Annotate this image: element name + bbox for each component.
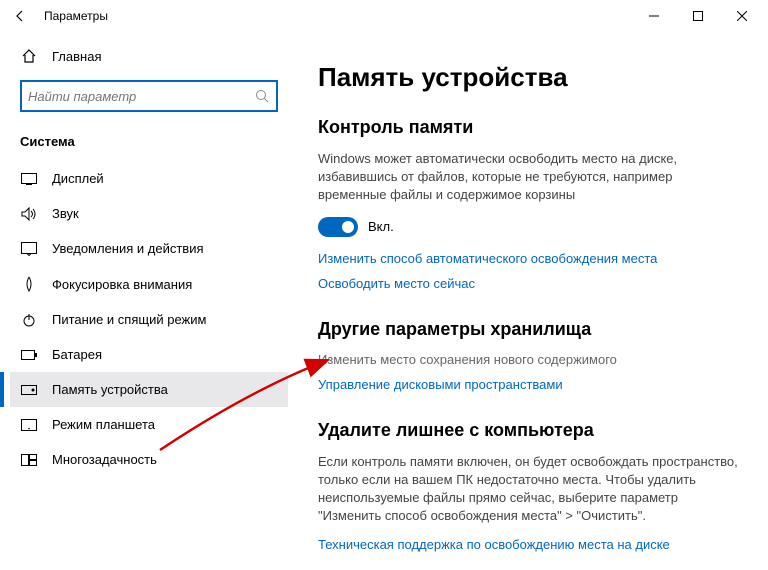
power-icon (20, 313, 38, 327)
window-title: Параметры (44, 9, 108, 23)
maximize-button[interactable] (676, 0, 720, 32)
storage-sense-toggle-row: Вкл. (318, 217, 748, 237)
notifications-icon (20, 242, 38, 256)
link-change-auto-free[interactable]: Изменить способ автоматического освобожд… (318, 251, 748, 266)
section-cleanup: Удалите лишнее с компьютера Если контрол… (318, 420, 748, 553)
sidebar-item-label: Память устройства (52, 382, 168, 397)
sidebar-item-label: Звук (52, 206, 79, 221)
sidebar-item-label: Фокусировка внимания (52, 277, 192, 292)
storage-sense-desc: Windows может автоматически освободить м… (318, 150, 738, 205)
sidebar-item-notifications[interactable]: Уведомления и действия (10, 231, 288, 266)
link-manage-spaces[interactable]: Управление дисковыми пространствами (318, 377, 748, 392)
sidebar: Главная Система Дисплей Звук Уведомления… (0, 32, 288, 570)
sound-icon (20, 207, 38, 221)
battery-icon (20, 350, 38, 360)
link-change-save-location[interactable]: Изменить место сохранения нового содержи… (318, 352, 748, 367)
section-other-storage: Другие параметры хранилища Изменить мест… (318, 319, 748, 392)
titlebar: Параметры (0, 0, 768, 32)
sidebar-item-label: Дисплей (52, 171, 104, 186)
storage-sense-title: Контроль памяти (318, 117, 748, 138)
display-icon (20, 173, 38, 185)
section-storage-sense: Контроль памяти Windows может автоматиче… (318, 117, 748, 291)
sidebar-item-focus[interactable]: Фокусировка внимания (10, 266, 288, 302)
sidebar-item-display[interactable]: Дисплей (10, 161, 288, 196)
page-title: Память устройства (318, 62, 748, 93)
back-button[interactable] (4, 0, 36, 32)
sidebar-item-battery[interactable]: Батарея (10, 337, 288, 372)
sidebar-item-label: Питание и спящий режим (52, 312, 206, 327)
sidebar-item-label: Режим планшета (52, 417, 155, 432)
minimize-icon (649, 11, 659, 21)
maximize-icon (693, 11, 703, 21)
search-icon (254, 88, 270, 104)
sidebar-item-power[interactable]: Питание и спящий режим (10, 302, 288, 337)
focus-icon (20, 276, 38, 292)
cleanup-title: Удалите лишнее с компьютера (318, 420, 748, 441)
sidebar-category: Система (10, 128, 288, 161)
cleanup-desc: Если контроль памяти включен, он будет о… (318, 453, 738, 526)
sidebar-item-label: Батарея (52, 347, 102, 362)
sidebar-item-multitask[interactable]: Многозадачность (10, 442, 288, 477)
multitask-icon (20, 454, 38, 466)
close-icon (737, 11, 747, 21)
sidebar-home-label: Главная (52, 49, 101, 64)
sidebar-item-label: Многозадачность (52, 452, 157, 467)
other-storage-title: Другие параметры хранилища (318, 319, 748, 340)
sidebar-item-tablet[interactable]: Режим планшета (10, 407, 288, 442)
home-icon (20, 48, 38, 64)
storage-icon (20, 385, 38, 395)
search-box[interactable] (20, 80, 278, 112)
main-content: Память устройства Контроль памяти Window… (288, 32, 768, 570)
tablet-icon (20, 419, 38, 431)
arrow-left-icon (13, 9, 27, 23)
sidebar-item-sound[interactable]: Звук (10, 196, 288, 231)
sidebar-item-label: Уведомления и действия (52, 241, 204, 256)
toggle-label: Вкл. (368, 219, 394, 234)
minimize-button[interactable] (632, 0, 676, 32)
link-free-now[interactable]: Освободить место сейчас (318, 276, 748, 291)
sidebar-item-storage[interactable]: Память устройства (10, 372, 288, 407)
search-input[interactable] (28, 89, 254, 104)
sidebar-home[interactable]: Главная (10, 40, 288, 72)
storage-sense-toggle[interactable] (318, 217, 358, 237)
link-support[interactable]: Техническая поддержка по освобождению ме… (318, 537, 748, 552)
close-button[interactable] (720, 0, 764, 32)
